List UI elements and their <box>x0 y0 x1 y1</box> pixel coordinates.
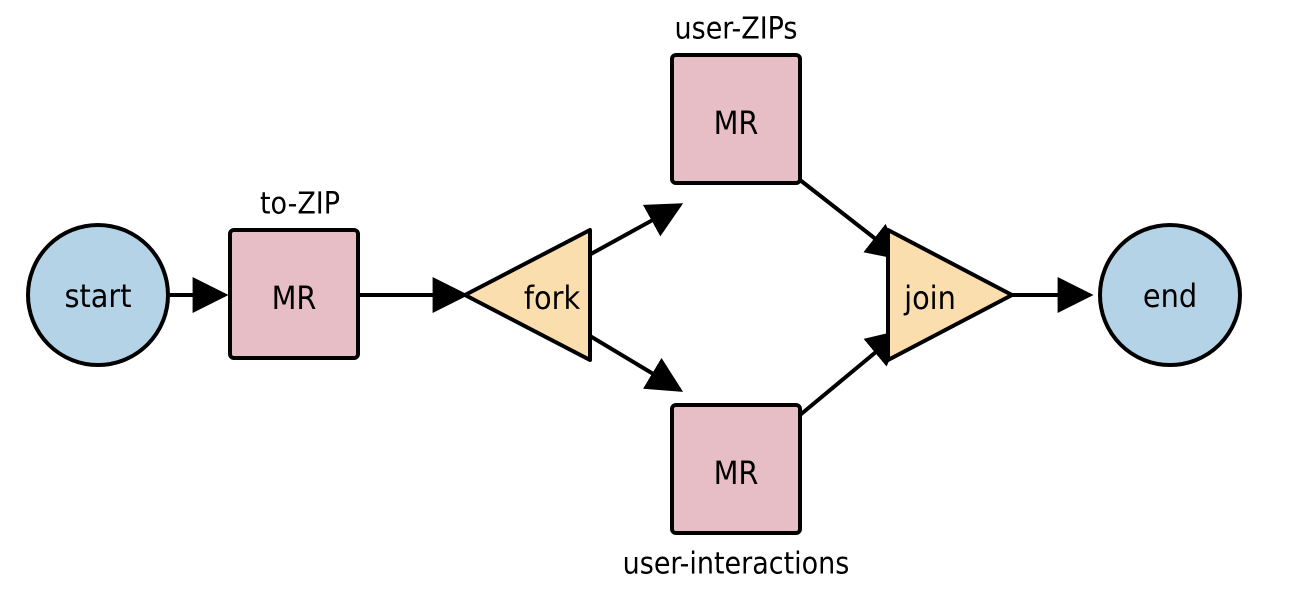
join-label: join <box>903 279 956 317</box>
workflow-diagram: start MR to-ZIP fork MR user-ZIPs MR use… <box>0 0 1306 600</box>
node-tozip: MR to-ZIP <box>230 187 358 359</box>
tozip-label: MR <box>272 279 317 317</box>
node-start: start <box>28 225 168 365</box>
end-label: end <box>1143 277 1197 315</box>
userzips-label: MR <box>714 104 759 142</box>
edge-userint-join <box>800 332 900 415</box>
edge-userzips-join <box>800 180 900 258</box>
edge-fork-userint <box>580 330 680 390</box>
start-label: start <box>64 277 131 315</box>
userint-label: MR <box>714 454 759 492</box>
tozip-caption: to-ZIP <box>260 187 340 222</box>
node-userzips: MR user-ZIPs <box>672 12 800 184</box>
edge-fork-userzips <box>580 205 680 260</box>
node-fork: fork <box>465 230 590 360</box>
node-end: end <box>1100 225 1240 365</box>
userint-caption: user-interactions <box>623 547 850 582</box>
node-join: join <box>888 230 1012 360</box>
fork-label: fork <box>524 279 581 317</box>
node-userint: MR user-interactions <box>623 405 850 582</box>
userzips-caption: user-ZIPs <box>675 12 798 47</box>
